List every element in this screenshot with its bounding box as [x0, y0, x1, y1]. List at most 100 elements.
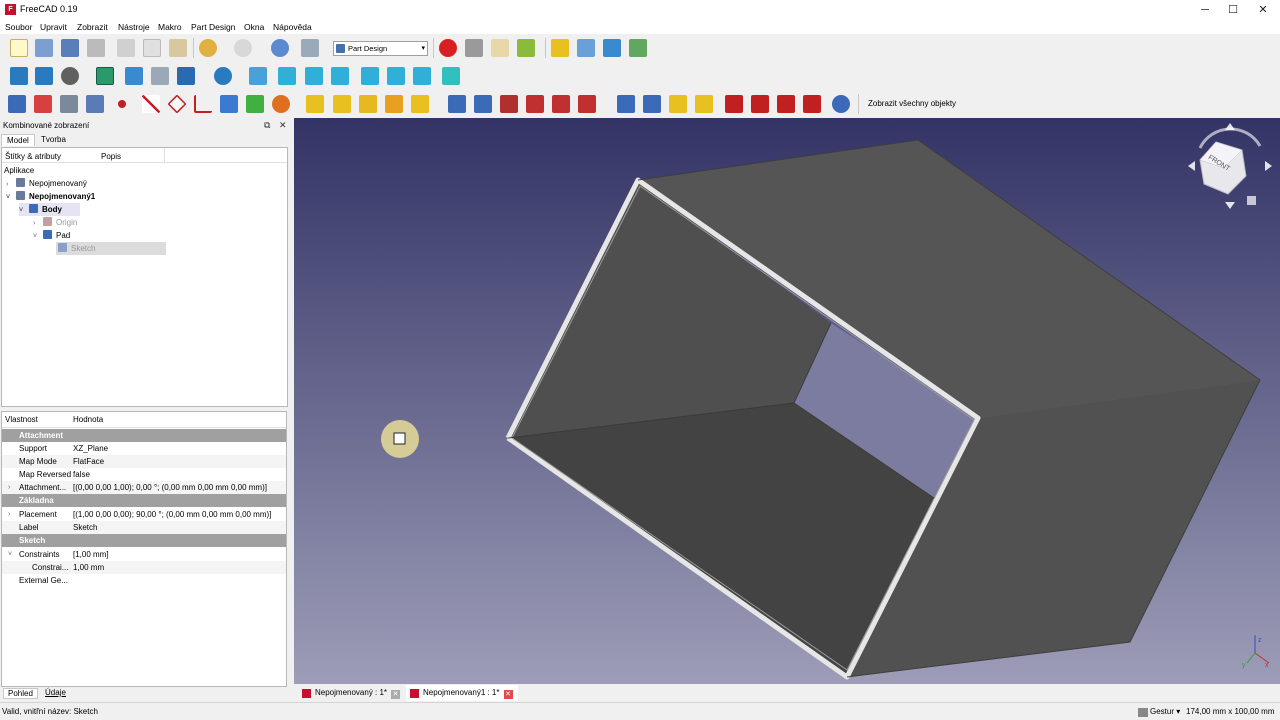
monkey-icon[interactable]	[272, 95, 290, 113]
validate-sketch-icon[interactable]	[60, 95, 78, 113]
copy-icon[interactable]	[143, 39, 161, 57]
close-panel-icon[interactable]: ✕	[279, 120, 287, 131]
menu-nastroje[interactable]: Nástroje	[118, 22, 150, 32]
sub-shape-binder-icon[interactable]	[220, 95, 238, 113]
bottom-view-icon[interactable]	[387, 67, 405, 85]
tab-udaje[interactable]: Údaje	[41, 688, 70, 697]
tree-item-body[interactable]: ˅ Body	[19, 203, 80, 216]
3d-scene[interactable]: FRONT z x y	[294, 118, 1280, 684]
property-header-name[interactable]: Vlastnost	[5, 412, 38, 428]
property-row-constraints[interactable]: ˅ Constraints [1,00 mm]	[2, 548, 286, 561]
draw-style-icon[interactable]	[61, 67, 79, 85]
property-row-label[interactable]: Label Sketch	[2, 521, 286, 534]
create-sketch-icon[interactable]	[34, 95, 52, 113]
link-actions-icon[interactable]	[629, 39, 647, 57]
multi-transform-icon[interactable]	[695, 95, 713, 113]
property-row-constraint-1[interactable]: Constrai... 1,00 mm	[2, 561, 286, 574]
tree-header-description[interactable]: Popis	[101, 152, 121, 161]
menu-napoveda[interactable]: Nápověda	[273, 22, 312, 32]
tree-item-sketch[interactable]: Sketch	[56, 242, 166, 255]
float-panel-icon[interactable]: ⧉	[264, 120, 270, 131]
maximize-button[interactable]: ☐	[1216, 0, 1250, 20]
hole-icon[interactable]	[474, 95, 492, 113]
front-view-icon[interactable]	[278, 67, 296, 85]
property-group-zakladna[interactable]: Základna	[2, 494, 286, 507]
linear-pattern-icon[interactable]	[643, 95, 661, 113]
revolution-icon[interactable]	[333, 95, 351, 113]
pocket-icon[interactable]	[448, 95, 466, 113]
boolean-icon[interactable]	[832, 95, 850, 113]
mirrored-icon[interactable]	[617, 95, 635, 113]
fit-all-icon[interactable]	[10, 67, 28, 85]
datum-line-icon[interactable]	[142, 95, 160, 113]
chevron-right-icon[interactable]: ›	[8, 508, 10, 521]
close-tab-icon[interactable]: ✕	[391, 690, 401, 699]
pad-icon[interactable]	[306, 95, 324, 113]
additive-loft-icon[interactable]	[359, 95, 377, 113]
tree-item-origin[interactable]: › Origin	[33, 216, 77, 229]
groove-icon[interactable]	[500, 95, 518, 113]
whats-this-icon[interactable]	[301, 39, 319, 57]
top-view-icon[interactable]	[305, 67, 323, 85]
measure-distance-icon[interactable]	[442, 67, 460, 85]
3d-viewport[interactable]: FRONT z x y	[294, 118, 1280, 684]
property-header-value[interactable]: Hodnota	[73, 412, 103, 428]
menu-soubor[interactable]: Soubor	[5, 22, 32, 32]
fit-selection-icon[interactable]	[35, 67, 53, 85]
property-row-placement[interactable]: › Placement [(1,00 0,00 0,00); 90,00 °; (0…	[2, 508, 286, 521]
save-icon[interactable]	[61, 39, 79, 57]
stop-macro-icon[interactable]	[465, 39, 483, 57]
additive-pipe-icon[interactable]	[385, 95, 403, 113]
shape-binder-icon[interactable]	[86, 95, 104, 113]
datum-point-icon[interactable]	[118, 100, 126, 108]
local-coordinate-system-icon[interactable]	[194, 95, 212, 113]
execute-macro-icon[interactable]	[517, 39, 535, 57]
menu-upravit[interactable]: Upravit	[40, 22, 67, 32]
left-view-icon[interactable]	[413, 67, 431, 85]
menu-part-design[interactable]: Part Design	[191, 22, 235, 32]
tree-item-document-1[interactable]: › Nepojmenovaný	[6, 177, 87, 190]
property-row-external-geometry[interactable]: External Ge...	[2, 574, 286, 587]
link-icon[interactable]	[603, 39, 621, 57]
property-row-attachment-offset[interactable]: › Attachment... [(0,00 0,00 1,00); 0,00 °;…	[2, 481, 286, 494]
doc-tab-1[interactable]: Nepojmenovaný : 1* ✕	[298, 685, 401, 701]
workbench-selector[interactable]: Part Design ▾	[333, 41, 428, 56]
macros-icon[interactable]	[491, 39, 509, 57]
right-view-icon[interactable]	[331, 67, 349, 85]
polar-pattern-icon[interactable]	[669, 95, 687, 113]
subtractive-pipe-icon[interactable]	[552, 95, 570, 113]
rear-view-icon[interactable]	[361, 67, 379, 85]
nav-menu-icon[interactable]	[1247, 196, 1256, 205]
tab-pohled[interactable]: Pohled	[3, 688, 38, 699]
chevron-down-icon[interactable]: ˅	[6, 191, 16, 204]
show-all-objects-button[interactable]: Zobrazit všechny objekty	[868, 99, 956, 108]
menu-okna[interactable]: Okna	[244, 22, 264, 32]
part-icon[interactable]	[551, 39, 569, 57]
new-document-icon[interactable]	[10, 39, 28, 57]
tree-item-document-2[interactable]: ˅ Nepojmenovaný1	[6, 190, 95, 203]
back-arrow-icon[interactable]	[125, 67, 143, 85]
tab-model[interactable]: Model	[1, 134, 35, 146]
doc-tab-2[interactable]: Nepojmenovaný1 : 1* ✕	[406, 685, 518, 701]
navigation-style-selector[interactable]: Gestur ▾	[1150, 707, 1180, 716]
subtractive-primitive-icon[interactable]	[578, 95, 596, 113]
paste-icon[interactable]	[169, 39, 187, 57]
undo-icon[interactable]	[199, 39, 217, 57]
chamfer-icon[interactable]	[751, 95, 769, 113]
forward-arrow-icon[interactable]	[151, 67, 169, 85]
close-tab-icon[interactable]: ✕	[503, 690, 513, 699]
property-group-attachment[interactable]: Attachment	[2, 429, 286, 442]
tree-item-pad[interactable]: ˅ Pad	[33, 229, 70, 242]
sync-view-icon[interactable]	[177, 67, 195, 85]
chevron-down-icon[interactable]: ˅	[19, 204, 29, 217]
record-macro-icon[interactable]	[439, 39, 457, 57]
chevron-right-icon[interactable]: ›	[8, 481, 10, 494]
cut-icon[interactable]	[117, 39, 135, 57]
tab-tvorba[interactable]: Tvorba	[36, 134, 71, 146]
isometric-icon[interactable]	[249, 67, 267, 85]
navigation-style-icon[interactable]	[1138, 708, 1148, 717]
redo-icon[interactable]	[234, 39, 252, 57]
print-icon[interactable]	[87, 39, 105, 57]
tree-header-labels[interactable]: Štítky & atributy	[5, 152, 61, 161]
group-icon[interactable]	[577, 39, 595, 57]
